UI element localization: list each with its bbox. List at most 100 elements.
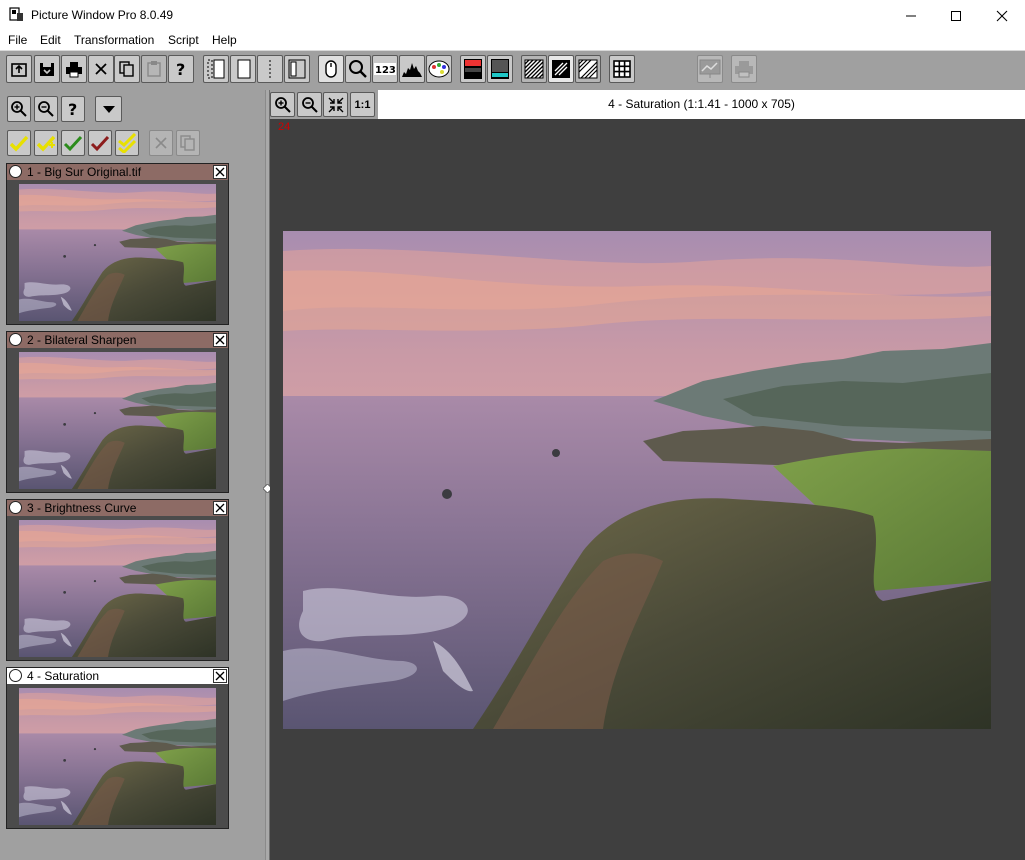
palette-button[interactable] <box>426 55 452 83</box>
thumb-help-button[interactable]: ? <box>61 96 85 122</box>
thumbnail-radio[interactable] <box>9 165 22 178</box>
panel-layout-4-icon <box>288 59 306 79</box>
zoom-out-icon <box>301 96 318 113</box>
slideshow-button[interactable] <box>697 55 723 83</box>
zoom-out-icon <box>38 101 54 117</box>
thumbnail-1[interactable]: 1 - Big Sur Original.tif <box>6 163 229 325</box>
thumbnail-label: 4 - Saturation <box>27 669 100 683</box>
mouse-mode-icon <box>325 60 337 78</box>
check-yellow-icon <box>9 135 29 152</box>
accept-green-button[interactable] <box>61 130 85 156</box>
accept-red-button[interactable] <box>88 130 112 156</box>
view-zoom-in-button[interactable] <box>270 92 295 117</box>
menu-file[interactable]: File <box>5 33 30 47</box>
thumbnail-radio[interactable] <box>9 501 22 514</box>
mask-overlay-1-button[interactable] <box>521 55 547 83</box>
close-window-button[interactable] <box>979 0 1025 31</box>
svg-text:?: ? <box>68 100 77 118</box>
window-title: Picture Window Pro 8.0.49 <box>31 8 174 22</box>
menu-transformation[interactable]: Transformation <box>71 33 157 47</box>
color-ramp-icon <box>464 59 482 79</box>
panel-layout-3-icon <box>269 60 271 78</box>
panel-layout-1-icon <box>207 59 225 79</box>
main-toolbar: ? 123 <box>0 51 1025 90</box>
paste-button[interactable] <box>141 55 167 83</box>
thumb-zoom-in-button[interactable] <box>7 96 31 122</box>
maximize-icon <box>951 10 961 21</box>
maximize-button[interactable] <box>933 0 979 31</box>
print-preview-button[interactable] <box>731 55 757 83</box>
view-actual-size-button[interactable]: 1:1 <box>350 92 375 117</box>
mask-overlay-3-button[interactable] <box>575 55 601 83</box>
grid-button[interactable] <box>609 55 635 83</box>
mask-overlay-2-button[interactable] <box>548 55 574 83</box>
image-view-header: 1:1 4 - Saturation (1:1.41 - 1000 x 705) <box>270 90 1025 119</box>
thumbnail-radio[interactable] <box>9 333 22 346</box>
dropdown-icon <box>102 106 115 113</box>
thumbnail-4[interactable]: 4 - Saturation <box>6 667 229 829</box>
accept-all-button[interactable] <box>115 130 139 156</box>
copy-button[interactable] <box>114 55 140 83</box>
help-button[interactable]: ? <box>168 55 194 83</box>
duplicate-icon <box>180 135 195 151</box>
mouse-mode-button[interactable] <box>318 55 344 83</box>
open-icon <box>11 63 27 77</box>
save-button[interactable] <box>34 55 60 83</box>
panel-layout-2-button[interactable] <box>230 55 256 83</box>
thumbnail-radio[interactable] <box>9 669 22 682</box>
palette-icon <box>428 60 450 78</box>
delete-image-button[interactable] <box>149 130 173 156</box>
thumbnail-image <box>19 688 216 825</box>
thumbnail-label: 3 - Brightness Curve <box>27 501 137 515</box>
thumbnail-close-button[interactable] <box>213 501 227 515</box>
close-icon <box>95 63 107 75</box>
numeric-readout-button[interactable]: 123 <box>372 55 398 83</box>
thumbnail-close-button[interactable] <box>213 669 227 683</box>
magnify-icon <box>349 60 367 78</box>
numeric-readout-icon: 123 <box>374 63 396 76</box>
thumbnail-close-button[interactable] <box>213 333 227 347</box>
help-icon: ? <box>176 60 185 78</box>
panel-layout-3-button[interactable] <box>257 55 283 83</box>
thumbnail-label: 2 - Bilateral Sharpen <box>27 333 137 347</box>
view-fit-button[interactable] <box>323 92 348 117</box>
close-icon <box>996 10 1008 21</box>
close-icon <box>215 671 225 681</box>
gradient-ramp-button[interactable] <box>487 55 513 83</box>
menu-edit[interactable]: Edit <box>37 33 64 47</box>
minimize-button[interactable] <box>888 0 934 31</box>
thumbnail-2[interactable]: 2 - Bilateral Sharpen <box>6 331 229 493</box>
menu-help[interactable]: Help <box>209 33 240 47</box>
close-image-button[interactable] <box>88 55 114 83</box>
view-zoom-out-button[interactable] <box>297 92 322 117</box>
magnify-button[interactable] <box>345 55 371 83</box>
thumb-menu-dropdown[interactable] <box>95 96 122 122</box>
grid-icon <box>613 60 631 78</box>
panel-layout-4-button[interactable] <box>284 55 310 83</box>
delete-icon <box>155 137 167 149</box>
accept-button[interactable] <box>7 130 31 156</box>
save-icon <box>40 63 54 76</box>
slideshow-icon <box>699 59 721 78</box>
print-button[interactable] <box>61 55 87 83</box>
panel-layout-2-icon <box>237 59 251 79</box>
app-icon <box>9 7 23 21</box>
main-image[interactable] <box>283 231 991 729</box>
thumbnail-close-button[interactable] <box>213 165 227 179</box>
accept-add-button[interactable] <box>34 130 58 156</box>
thumbnail-label: 1 - Big Sur Original.tif <box>27 165 142 179</box>
panel-layout-1-button[interactable] <box>203 55 229 83</box>
duplicate-image-button[interactable] <box>176 130 200 156</box>
thumbnail-3[interactable]: 3 - Brightness Curve <box>6 499 229 661</box>
thumb-zoom-out-button[interactable] <box>34 96 58 122</box>
open-button[interactable] <box>6 55 32 83</box>
mask-overlay-1-icon <box>524 59 544 79</box>
histogram-button[interactable] <box>399 55 425 83</box>
zoom-in-icon <box>274 96 291 113</box>
color-ramp-button[interactable] <box>460 55 486 83</box>
zoom-in-icon <box>11 101 27 117</box>
menu-script[interactable]: Script <box>165 33 202 47</box>
check-red-icon <box>90 135 110 152</box>
image-view-title: 4 - Saturation (1:1.41 - 1000 x 705) <box>608 97 795 111</box>
close-icon <box>215 503 225 513</box>
